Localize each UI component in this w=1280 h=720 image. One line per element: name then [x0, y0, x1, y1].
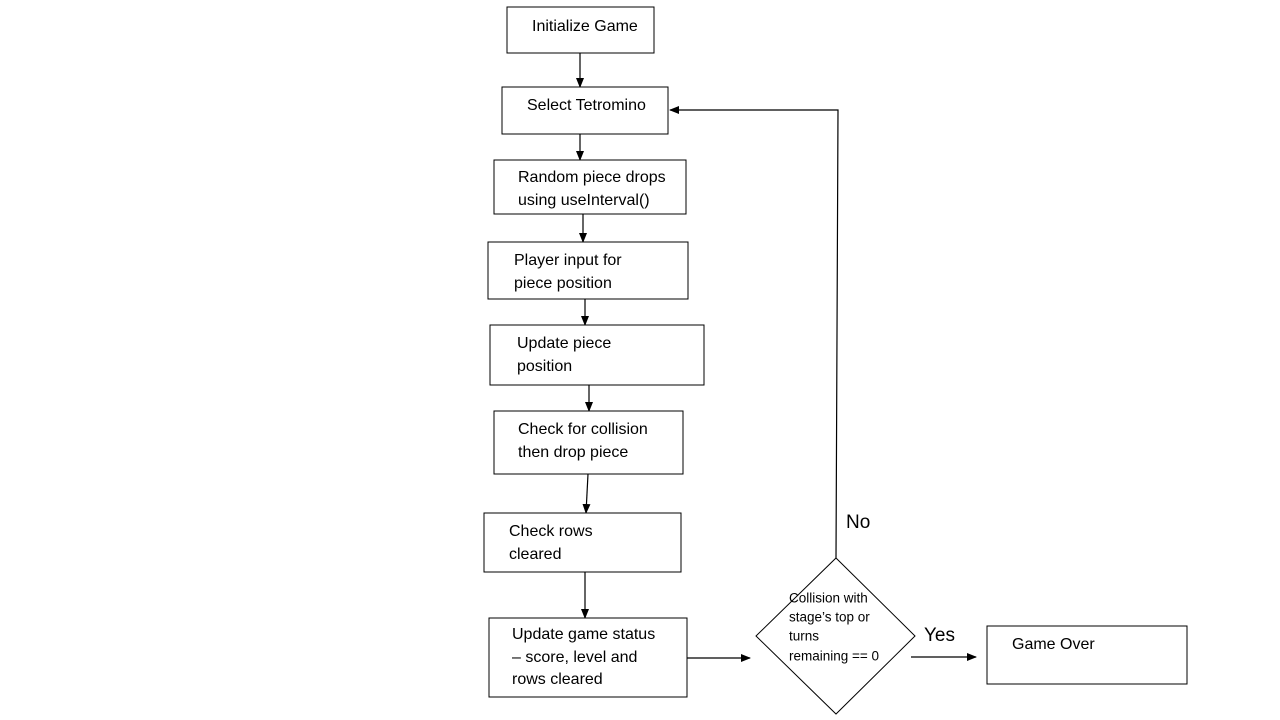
node-label: Initialize Game	[532, 18, 638, 35]
node-label: Random piece drops	[518, 169, 666, 186]
decision-label: remaining == 0	[789, 649, 879, 664]
decision-label: stage’s top or	[789, 610, 870, 625]
node-label: Game Over	[1012, 636, 1095, 653]
node-initialize-game: Initialize Game	[506, 6, 655, 54]
node-label: piece position	[514, 275, 612, 292]
node-update-piece-position: Update piece position	[489, 324, 705, 386]
node-random-piece-drops: Random piece drops using useInterval()	[493, 159, 687, 215]
node-player-input: Player input for piece position	[487, 241, 689, 300]
no-label: No	[846, 512, 870, 533]
node-label: then drop piece	[518, 444, 628, 461]
node-label: Update game status	[512, 626, 655, 643]
node-label: position	[517, 358, 572, 375]
decision-game-over-check: Collision with stage’s top or turns rema…	[755, 557, 916, 715]
node-check-rows-cleared: Check rows cleared	[483, 512, 682, 573]
node-label: Player input for	[514, 252, 622, 269]
node-game-over: Game Over	[986, 625, 1188, 685]
node-select-tetromino: Select Tetromino	[501, 86, 669, 135]
arrow-collision-to-rows	[582, 473, 591, 514]
yes-label: Yes	[924, 625, 955, 646]
node-label: Check rows	[509, 523, 593, 540]
node-label: Select Tetromino	[527, 97, 646, 114]
node-label: cleared	[509, 546, 561, 563]
decision-label: Collision with	[789, 591, 868, 606]
flowchart: Initialize Game Select Tetromino Random …	[483, 6, 1188, 715]
node-label: Check for collision	[518, 421, 648, 438]
node-update-game-status: Update game status – score, level and ro…	[488, 617, 688, 698]
node-label: – score, level and	[512, 649, 637, 666]
decision-label: turns	[789, 629, 819, 644]
node-label: using useInterval()	[518, 192, 650, 209]
node-label: rows cleared	[512, 671, 603, 688]
node-label: Update piece	[517, 335, 611, 352]
node-check-collision: Check for collision then drop piece	[493, 410, 684, 475]
